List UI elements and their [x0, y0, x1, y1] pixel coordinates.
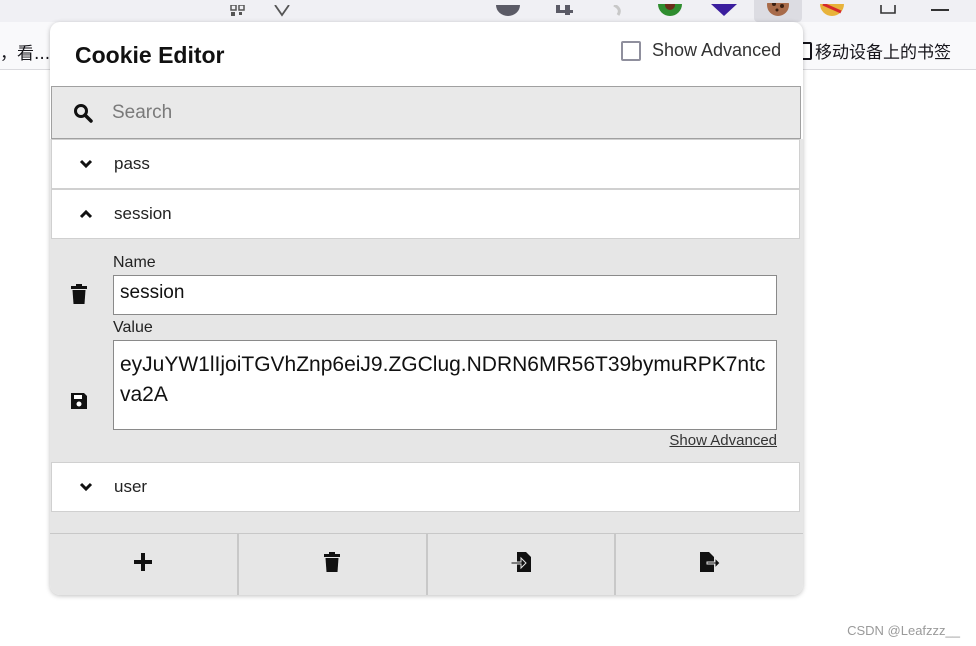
delete-cookie-icon[interactable] — [68, 283, 90, 305]
extension-number-icon[interactable] — [552, 0, 576, 22]
cookie-name: session — [114, 204, 172, 223]
name-field[interactable]: session — [113, 275, 777, 315]
export-icon — [699, 551, 721, 578]
search-bar — [51, 86, 801, 139]
browser-toolbar — [0, 0, 976, 22]
new-window-icon[interactable] — [874, 0, 902, 22]
cookie-editor-popup: Cookie Editor Show Advanced pass session — [50, 22, 803, 595]
search-icon — [72, 102, 94, 124]
extension-purple-icon[interactable] — [708, 0, 740, 22]
trash-icon — [323, 552, 341, 577]
chevron-down-icon[interactable] — [76, 477, 96, 497]
extension-grey-icon[interactable] — [606, 0, 630, 22]
chevron-up-icon[interactable] — [76, 204, 96, 224]
cookie-row-pass[interactable]: pass — [51, 139, 800, 189]
cookie-list: pass session Name session Value eyJuYW1l… — [50, 139, 803, 533]
show-advanced-toggle[interactable]: Show Advanced — [621, 40, 781, 61]
popup-header: Cookie Editor Show Advanced — [50, 22, 803, 86]
value-field[interactable]: eyJuYW1lIjoiTGVhZnp6eiJ9.ZGClug.NDRN6MR5… — [113, 340, 777, 430]
show-advanced-checkbox[interactable] — [621, 40, 641, 61]
show-advanced-label: Show Advanced — [652, 40, 782, 60]
qr-code-icon[interactable] — [228, 0, 252, 22]
cookie-row-session[interactable]: session — [51, 189, 800, 239]
extension-green-icon[interactable] — [656, 0, 684, 22]
menu-icon[interactable] — [926, 0, 954, 22]
mobile-bookmarks-folder[interactable]: 移动设备上的书签 — [798, 38, 951, 63]
import-icon — [510, 551, 532, 578]
name-label: Name — [113, 254, 156, 271]
cookie-editor-extension-icon[interactable] — [754, 0, 802, 22]
extension-red-icon[interactable] — [816, 0, 848, 22]
extension-info-icon[interactable] — [496, 0, 520, 22]
delete-all-button[interactable] — [239, 534, 428, 595]
add-cookie-button[interactable] — [50, 534, 239, 595]
bookmark-star-icon[interactable] — [270, 0, 294, 22]
watermark: CSDN @Leafzzz__ — [847, 623, 960, 638]
cookie-row-user[interactable]: user — [51, 462, 800, 512]
mobile-bookmarks-label: 移动设备上的书签 — [815, 43, 951, 63]
show-advanced-link[interactable]: Show Advanced — [669, 432, 777, 449]
plus-icon — [133, 552, 153, 577]
bookmark-item[interactable]: ，看... — [0, 39, 50, 64]
popup-title: Cookie Editor — [75, 42, 225, 68]
cookie-name: pass — [114, 154, 150, 173]
cookie-name: user — [114, 477, 148, 496]
chevron-down-icon[interactable] — [76, 154, 96, 174]
cookie-detail-session: Name session Value eyJuYW1lIjoiTGVhZnp6e… — [50, 238, 803, 462]
import-button[interactable] — [428, 534, 617, 595]
search-input[interactable] — [112, 101, 712, 124]
save-cookie-icon[interactable] — [68, 390, 90, 412]
export-button[interactable] — [616, 534, 803, 595]
action-bar — [50, 533, 803, 595]
value-label: Value — [113, 319, 153, 336]
